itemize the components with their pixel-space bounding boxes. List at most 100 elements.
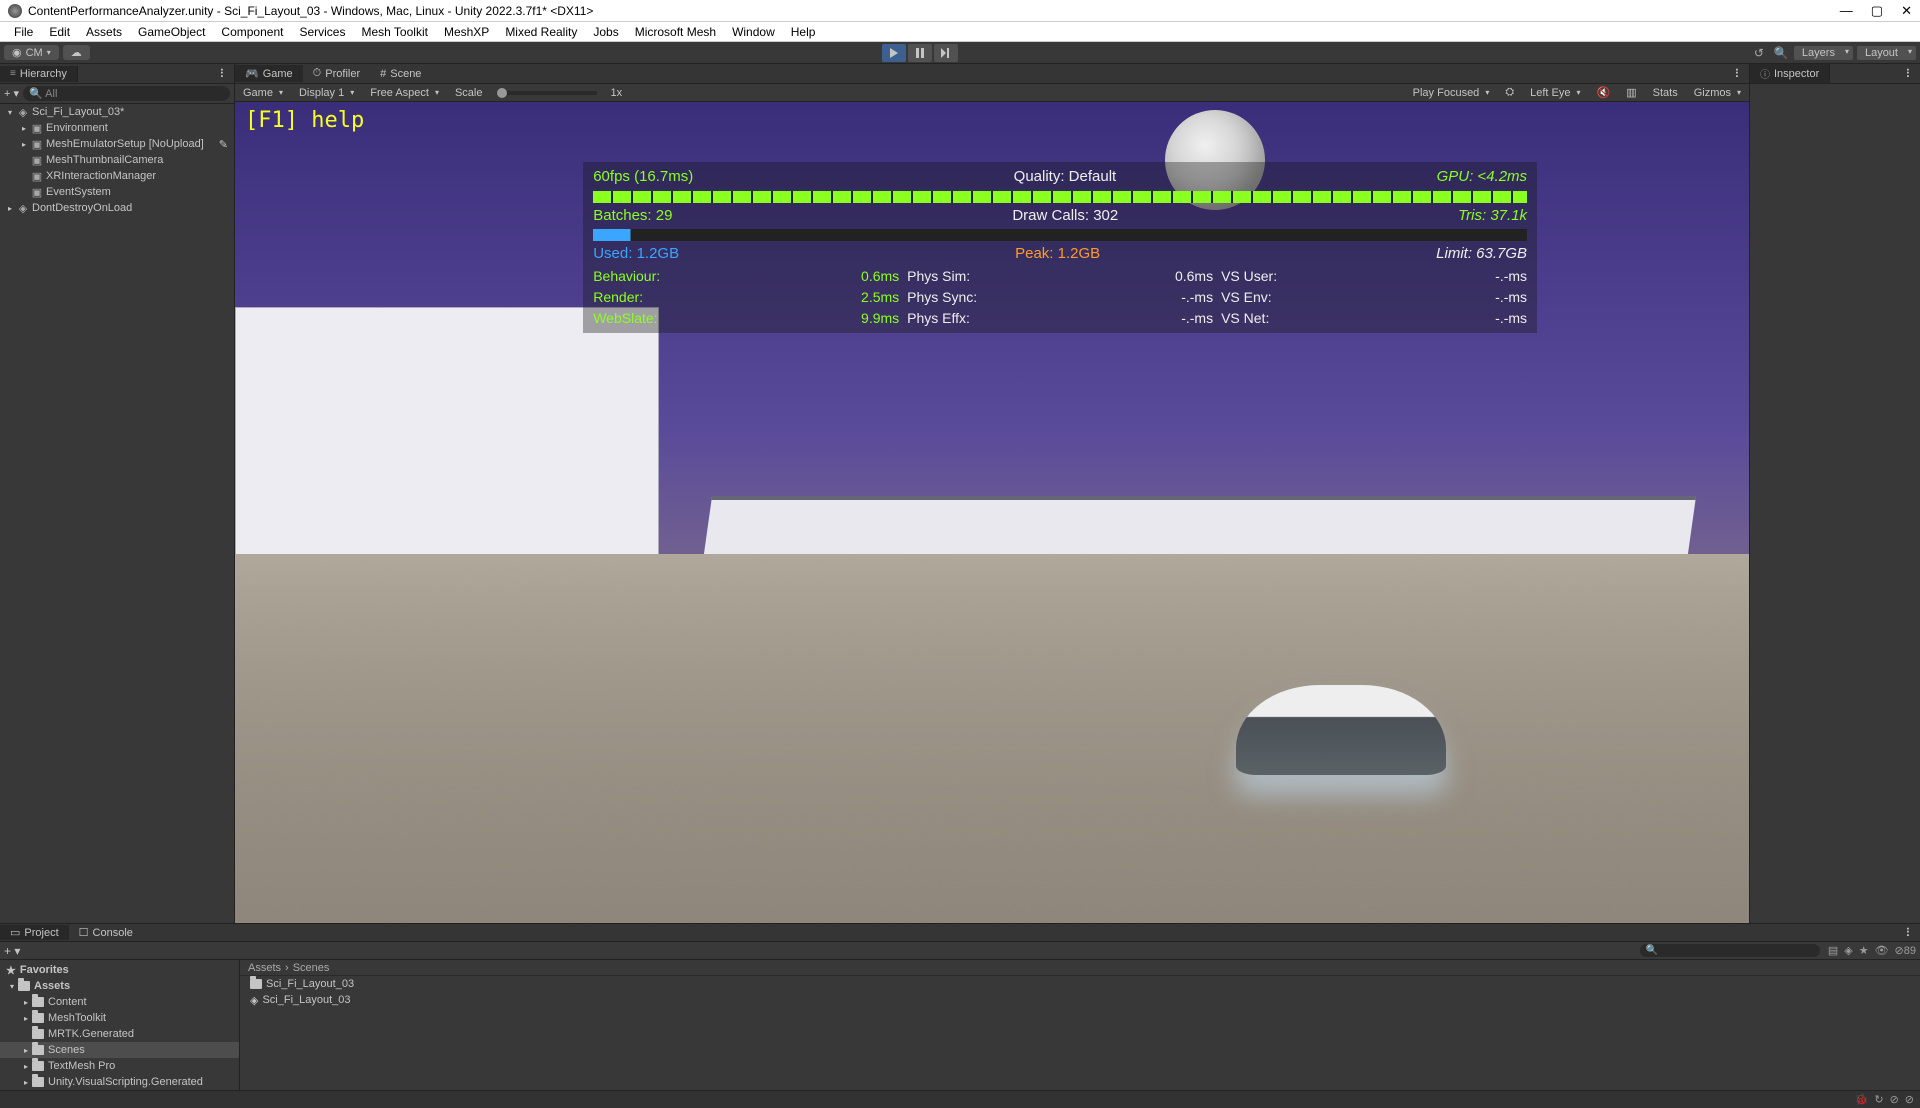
vsync-icon[interactable]: ▥ <box>1618 86 1644 99</box>
project-tab-project[interactable]: ▭Project <box>0 925 69 940</box>
project-tree-item[interactable]: ▸Unity.VisualScripting.Generated <box>0 1074 239 1090</box>
window-titlebar: ContentPerformanceAnalyzer.unity - Sci_F… <box>0 0 1920 22</box>
scale-label: Scale <box>447 87 491 99</box>
hud-quality: Quality: Default <box>1014 166 1117 189</box>
minimize-button[interactable]: — <box>1840 3 1853 19</box>
status-bug-icon[interactable]: 🐞 <box>1855 1093 1869 1106</box>
eye-dropdown[interactable]: Left Eye <box>1522 87 1588 99</box>
hierarchy-item[interactable]: ▸▣Environment <box>0 120 234 136</box>
settings-icon[interactable]: ⛭ <box>1497 86 1522 99</box>
hierarchy-item[interactable]: ▸◈DontDestroyOnLoad <box>0 200 234 216</box>
play-button[interactable] <box>882 44 906 62</box>
hud-drawcalls: Draw Calls: 302 <box>1012 205 1118 228</box>
hierarchy-item[interactable]: ▾◈Sci_Fi_Layout_03* <box>0 104 234 120</box>
menu-gameobject[interactable]: GameObject <box>130 25 213 39</box>
hierarchy-item[interactable]: ▣XRInteractionManager <box>0 168 234 184</box>
step-button[interactable] <box>934 44 958 62</box>
game-tab-scene[interactable]: #Scene <box>370 66 431 82</box>
hierarchy-item[interactable]: ▣EventSystem <box>0 184 234 200</box>
project-tab-console[interactable]: ☐Console <box>69 925 143 940</box>
status-bell-icon[interactable]: ⊘ <box>1905 1093 1914 1106</box>
menu-assets[interactable]: Assets <box>78 25 130 39</box>
inspector-panel: ⓘ Inspector ⠇ <box>1750 64 1920 923</box>
hud-gpu: GPU: <4.2ms <box>1437 166 1527 189</box>
main-toolbar: ◉ CM ▾ ☁ ↺ 🔍 Layers Layout <box>0 42 1920 64</box>
layout-dropdown[interactable]: Layout <box>1857 46 1916 60</box>
status-globe-icon[interactable]: ⊘ <box>1890 1093 1899 1106</box>
display-dropdown[interactable]: Display 1 <box>291 87 362 99</box>
cloud-button[interactable]: ☁ <box>63 45 90 60</box>
menu-services[interactable]: Services <box>291 25 353 39</box>
favorites-row[interactable]: ★Favorites <box>0 962 239 978</box>
menu-bar: FileEditAssetsGameObjectComponentService… <box>0 22 1920 42</box>
mute-icon[interactable]: 🔇 <box>1589 86 1619 99</box>
project-tree-item[interactable]: ▸MeshToolkit <box>0 1010 239 1026</box>
project-item[interactable]: Sci_Fi_Layout_03 <box>240 976 1920 992</box>
project-tree-item[interactable]: ▸TextMesh Pro <box>0 1058 239 1074</box>
hierarchy-icon: ≡ <box>10 68 16 79</box>
inspector-tab[interactable]: ⓘ Inspector <box>1750 64 1830 83</box>
stats-button[interactable]: Stats <box>1645 87 1686 99</box>
hierarchy-item[interactable]: ▣MeshThumbnailCamera <box>0 152 234 168</box>
menu-window[interactable]: Window <box>724 25 783 39</box>
hierarchy-item[interactable]: ▸▣MeshEmulatorSetup [NoUpload]✎ <box>0 136 234 152</box>
hud-batches: Batches: 29 <box>593 205 672 228</box>
create-dropdown[interactable]: + ▾ <box>4 87 19 100</box>
project-tree-item[interactable]: ▾Assets <box>0 978 239 994</box>
menu-microsoft-mesh[interactable]: Microsoft Mesh <box>627 25 724 39</box>
game-tab-game[interactable]: 🎮Game <box>235 65 303 82</box>
hierarchy-menu-icon[interactable]: ⠇ <box>213 67 234 81</box>
game-panel: 🎮Game⏱Profiler#Scene ⠇ Game Display 1 Fre… <box>235 64 1750 923</box>
project-tree-item[interactable]: ▸Scenes <box>0 1042 239 1058</box>
inspector-menu-icon[interactable]: ⠇ <box>1899 67 1920 81</box>
layers-dropdown[interactable]: Layers <box>1794 46 1853 60</box>
maximize-button[interactable]: ▢ <box>1871 3 1883 19</box>
project-tree-item[interactable]: ▸Content <box>0 994 239 1010</box>
project-tree-item[interactable]: MRTK.Generated <box>0 1026 239 1042</box>
project-search[interactable]: 🔍 <box>1640 944 1820 957</box>
project-create-dropdown[interactable]: + ▾ <box>4 944 20 958</box>
project-menu-icon[interactable]: ⠇ <box>1899 926 1920 940</box>
search-by-label-icon[interactable]: ◈ <box>1844 944 1852 957</box>
hierarchy-tab[interactable]: ≡ Hierarchy <box>0 66 78 82</box>
account-dropdown[interactable]: ◉ CM ▾ <box>4 45 59 60</box>
hud-fps-bar <box>593 191 1527 203</box>
game-mode-dropdown[interactable]: Game <box>235 87 291 99</box>
hud-help-text: [F1] help <box>245 110 364 132</box>
game-viewport[interactable]: [F1] help 60fps (16.7ms) Quality: Defaul… <box>235 102 1749 923</box>
inspector-icon: ⓘ <box>1760 66 1770 81</box>
menu-mesh-toolkit[interactable]: Mesh Toolkit <box>353 25 435 39</box>
project-breadcrumb: Assets › Scenes <box>240 960 1920 976</box>
hud-overlay: 60fps (16.7ms) Quality: Default GPU: <4.… <box>583 162 1537 333</box>
menu-file[interactable]: File <box>6 25 41 39</box>
menu-component[interactable]: Component <box>213 25 291 39</box>
status-bar: 🐞 ↻ ⊘ ⊘ <box>0 1090 1920 1108</box>
undo-history-icon[interactable]: ↺ <box>1750 44 1768 62</box>
hierarchy-search[interactable]: 🔍 All <box>23 86 230 101</box>
project-item[interactable]: ◈Sci_Fi_Layout_03 <box>240 992 1920 1008</box>
play-focused-dropdown[interactable]: Play Focused <box>1405 87 1498 99</box>
save-search-icon[interactable]: ★ <box>1859 944 1869 957</box>
menu-edit[interactable]: Edit <box>41 25 78 39</box>
menu-mixed-reality[interactable]: Mixed Reality <box>497 25 585 39</box>
cloud-icon: ☁ <box>71 46 82 59</box>
scale-value: 1x <box>603 87 631 99</box>
project-count: ⊘89 <box>1895 944 1916 957</box>
search-icon[interactable]: 🔍 <box>1772 44 1790 62</box>
hidden-packages-icon[interactable]: 👁 <box>1875 944 1889 957</box>
hud-used: Used: 1.2GB <box>593 243 679 266</box>
close-button[interactable]: ✕ <box>1901 3 1912 19</box>
menu-help[interactable]: Help <box>783 25 824 39</box>
scale-slider[interactable] <box>497 91 597 95</box>
game-tab-profiler[interactable]: ⏱Profiler <box>303 65 370 82</box>
game-menu-icon[interactable]: ⠇ <box>1728 67 1749 81</box>
status-refresh-icon[interactable]: ↻ <box>1874 1093 1883 1106</box>
aspect-dropdown[interactable]: Free Aspect <box>362 87 447 99</box>
menu-jobs[interactable]: Jobs <box>585 25 626 39</box>
gizmos-dropdown[interactable]: Gizmos <box>1686 87 1749 99</box>
search-by-type-icon[interactable]: ▤ <box>1828 944 1838 957</box>
menu-meshxp[interactable]: MeshXP <box>436 25 497 39</box>
window-title: ContentPerformanceAnalyzer.unity - Sci_F… <box>28 4 593 18</box>
project-panel: ▭Project☐Console ⠇ + ▾ 🔍 ▤ ◈ ★ 👁 ⊘89 ★Fav… <box>0 923 1920 1108</box>
pause-button[interactable] <box>908 44 932 62</box>
